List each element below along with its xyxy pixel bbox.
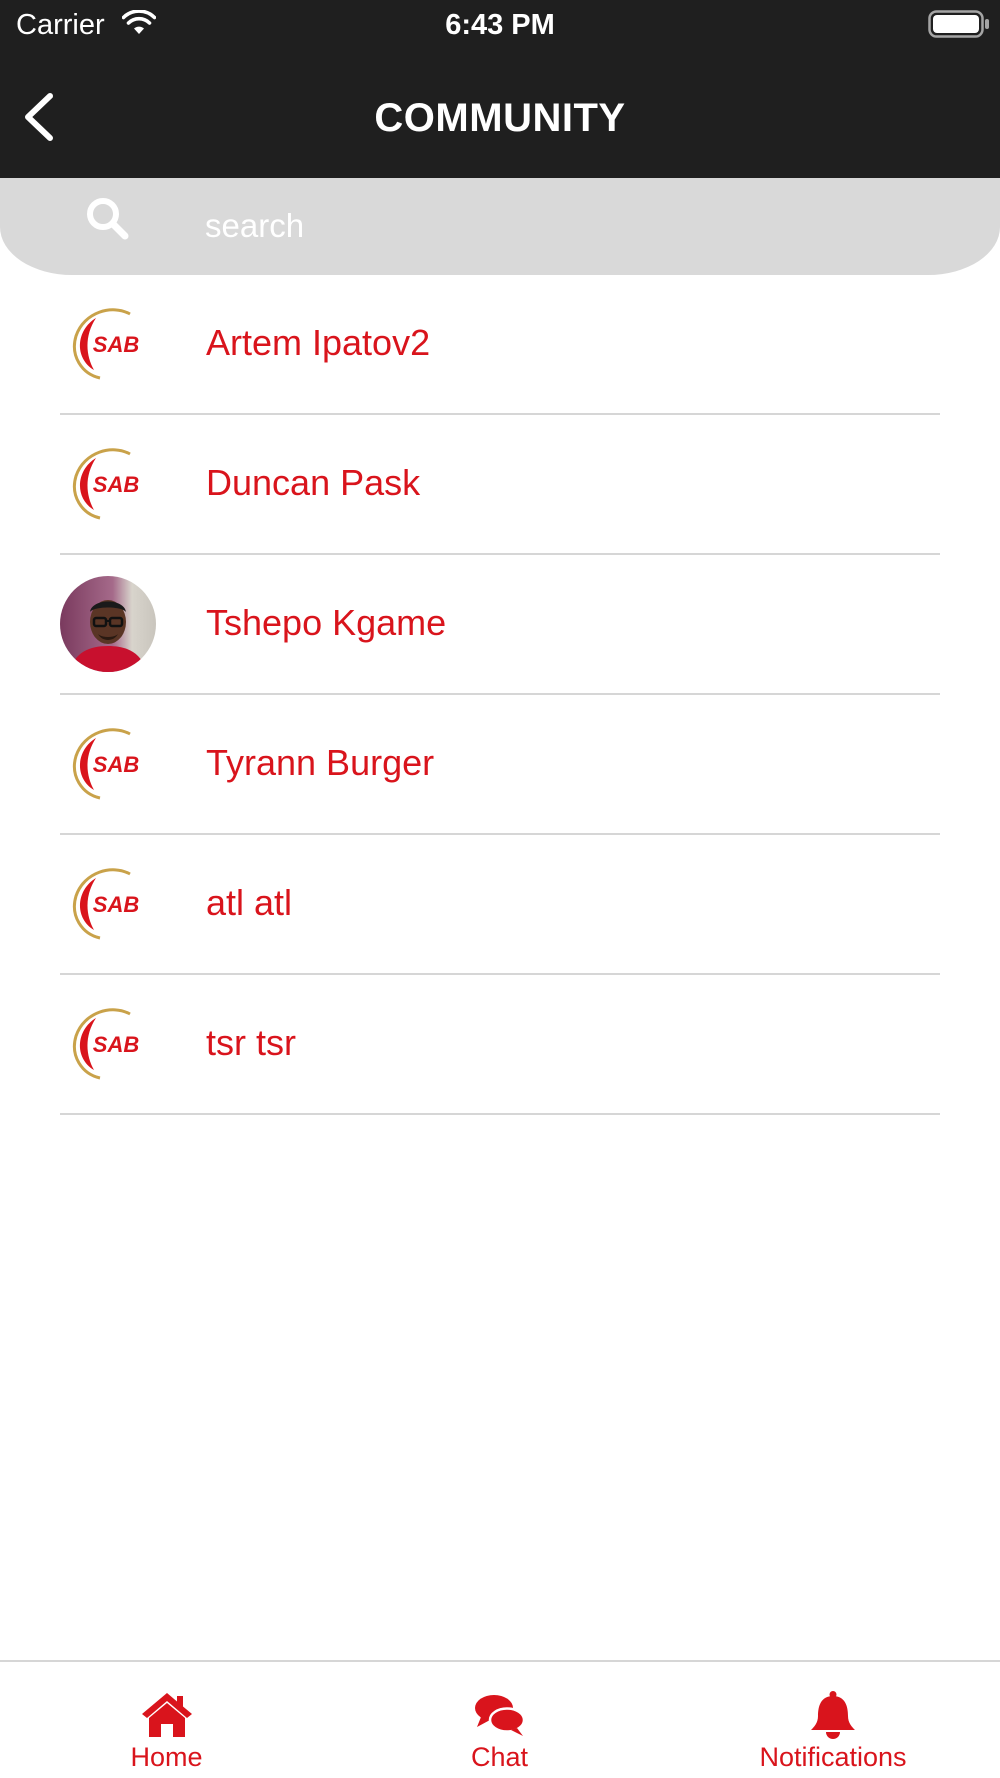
svg-text:SAB: SAB [93,1032,140,1057]
tab-notifications[interactable]: Notifications [666,1662,1000,1778]
member-name: atl atl [206,882,293,923]
member-list: SAB Artem Ipatov2 SAB Duncan Pask Tshepo… [0,275,1000,1115]
search-bar [0,178,1000,275]
community-screen: Carrier 6:43 PM COMMUNITY search SAB Art… [0,0,1000,1778]
svg-text:SAB: SAB [93,332,140,357]
row-divider [60,1113,940,1115]
member-name: Tyrann Burger [206,742,435,783]
tab-label: Home [130,1742,203,1772]
tab-chat[interactable]: Chat [333,1662,666,1778]
user-photo-avatar [60,576,156,672]
member-row[interactable]: SAB Artem Ipatov2 [0,275,1000,415]
sab-logo-avatar: SAB [60,716,156,812]
search-input[interactable] [205,198,945,254]
member-name: Tshepo Kgame [206,602,447,643]
tab-label: Chat [470,1742,529,1772]
svg-text:SAB: SAB [93,752,140,777]
home-icon [141,1693,192,1737]
page-title: COMMUNITY [374,96,626,140]
bell-icon [811,1691,855,1739]
sab-logo-avatar: SAB [60,436,156,532]
member-row[interactable]: SAB atl atl [0,835,1000,975]
tab-label: Notifications [759,1742,907,1772]
member-row[interactable]: SAB Duncan Pask [0,415,1000,555]
member-row[interactable]: SAB tsr tsr [0,975,1000,1115]
sab-logo-avatar: SAB [60,856,156,952]
member-name: tsr tsr [206,1022,296,1063]
status-time: 6:43 PM [445,9,555,41]
sab-logo-avatar: SAB [60,996,156,1092]
search-icon [87,198,129,240]
battery-icon [928,10,989,38]
sab-logo-avatar: SAB [60,296,156,392]
member-name: Artem Ipatov2 [206,322,431,363]
member-row[interactable]: SAB Tyrann Burger [0,695,1000,835]
chat-bubbles-icon [474,1695,525,1736]
svg-text:SAB: SAB [93,472,140,497]
member-row[interactable]: Tshepo Kgame [0,555,1000,695]
top-bar: Carrier 6:43 PM COMMUNITY [0,0,1000,178]
tab-home[interactable]: Home [0,1662,333,1778]
svg-text:SAB: SAB [93,892,140,917]
member-name: Duncan Pask [206,462,421,503]
tab-bar: Home Chat Notifications [0,1660,1000,1778]
